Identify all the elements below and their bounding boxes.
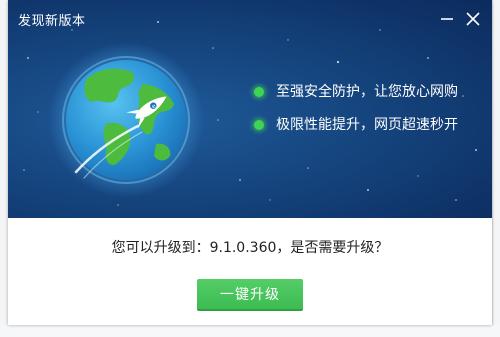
- update-dialog: 发现新版本 e 至强安全防护，让您放心网购 极限性能提升，网页超速秒开 您可以升…: [8, 0, 492, 325]
- feature-text: 极限性能提升，网页超速秒开: [276, 117, 458, 133]
- dialog-title: 发现新版本: [18, 14, 86, 29]
- background-window-right: [492, 0, 500, 337]
- bullet-dot-icon: [254, 87, 264, 97]
- feature-item: 极限性能提升，网页超速秒开: [254, 115, 458, 135]
- background-window-bottom: [0, 325, 500, 337]
- feature-list: 至强安全防护，让您放心网购 极限性能提升，网页超速秒开: [254, 82, 458, 148]
- bullet-dot-icon: [254, 120, 264, 130]
- close-icon[interactable]: [462, 8, 484, 30]
- dialog-banner: 发现新版本 e 至强安全防护，让您放心网购 极限性能提升，网页超速秒开: [8, 0, 492, 218]
- title-bar[interactable]: 发现新版本: [8, 0, 492, 36]
- upgrade-question: 您可以升级到：9.1.0.360，是否需要升级？: [111, 240, 389, 256]
- feature-item: 至强安全防护，让您放心网购: [254, 82, 458, 102]
- earth-rocket-icon: e: [48, 42, 204, 198]
- upgrade-button[interactable]: 一键升级: [197, 279, 303, 311]
- minimize-icon[interactable]: [436, 8, 458, 30]
- feature-text: 至强安全防护，让您放心网购: [276, 84, 458, 100]
